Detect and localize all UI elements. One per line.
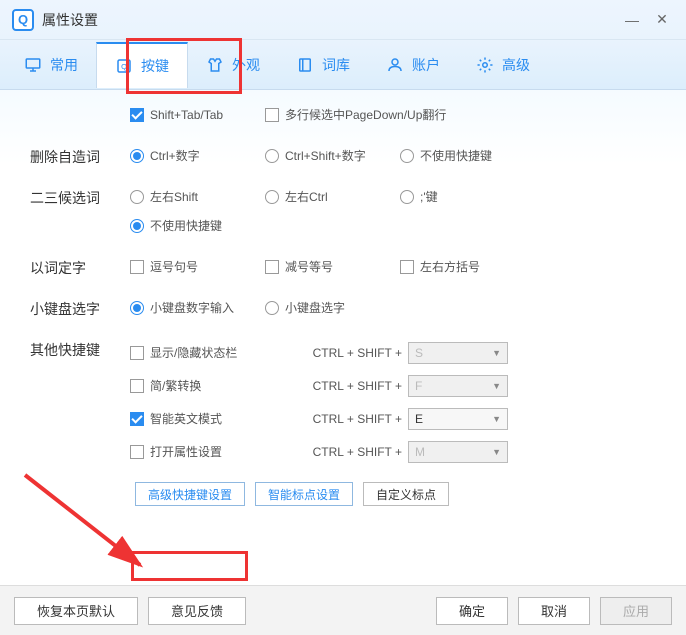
section-del-word: 删除自造词 (30, 141, 130, 167)
select-prop-key[interactable]: M▼ (408, 441, 508, 463)
cancel-button[interactable]: 取消 (518, 597, 590, 625)
checkbox-icon (265, 108, 279, 122)
content-area: Shift+Tab/Tab 多行候选中PageDown/Up翻行 删除自造词 C… (0, 90, 686, 585)
window-title: 属性设置 (42, 10, 614, 30)
select-trad-key[interactable]: F▼ (408, 375, 508, 397)
select-smart-en-key[interactable]: E▼ (408, 408, 508, 430)
sc-prefix: CTRL + SHIFT + (288, 445, 408, 459)
radio-numpad-input[interactable]: 小键盘数字输入 (130, 293, 265, 322)
checkbox-icon (130, 445, 144, 459)
radio-icon (265, 149, 279, 163)
section-numpad: 小键盘选字 (30, 293, 130, 319)
chk-minus[interactable]: 减号等号 (265, 252, 400, 281)
radio-icon (400, 190, 414, 204)
checkbox-icon (130, 379, 144, 393)
skin-icon (206, 56, 224, 74)
chk-comma[interactable]: 逗号句号 (130, 252, 265, 281)
minimize-button[interactable]: — (620, 8, 644, 32)
radio-semi[interactable]: ;'键 (400, 182, 535, 211)
radio-lr-shift[interactable]: 左右Shift (130, 182, 265, 211)
tab-account[interactable]: 账户 (368, 43, 458, 87)
checkbox-icon (130, 346, 144, 360)
chk-open-prop[interactable]: 打开属性设置 (130, 437, 288, 466)
sc-prefix: CTRL + SHIFT + (288, 346, 408, 360)
radio-icon (265, 190, 279, 204)
key-icon: Q (115, 57, 133, 75)
checkbox-icon (130, 260, 144, 274)
section-candidate23: 二三候选词 (30, 182, 130, 208)
restore-button[interactable]: 恢复本页默认 (14, 597, 138, 625)
select-status-key[interactable]: S▼ (408, 342, 508, 364)
radio-lr-ctrl[interactable]: 左右Ctrl (265, 182, 400, 211)
custom-punc-button[interactable]: 自定义标点 (363, 482, 449, 506)
checkbox-icon (130, 108, 144, 122)
radio-numpad-select[interactable]: 小键盘选字 (265, 293, 400, 322)
chk-bracket[interactable]: 左右方括号 (400, 252, 535, 281)
app-logo-icon: Q (12, 9, 34, 31)
section-wordfix: 以词定字 (30, 252, 130, 278)
radio-icon (400, 149, 414, 163)
adv-shortcut-button[interactable]: 高级快捷键设置 (135, 482, 245, 506)
radio-icon (130, 219, 144, 233)
feedback-button[interactable]: 意见反馈 (148, 597, 246, 625)
opt-shift-tab[interactable]: Shift+Tab/Tab (130, 100, 265, 129)
opt-pagedown[interactable]: 多行候选中PageDown/Up翻行 (265, 100, 446, 129)
chk-trad[interactable]: 简/繁转换 (130, 371, 288, 400)
tab-keys[interactable]: Q按键 (96, 42, 188, 88)
tab-common[interactable]: 常用 (6, 43, 96, 87)
user-icon (386, 56, 404, 74)
monitor-icon (24, 56, 42, 74)
chevron-down-icon: ▼ (492, 447, 501, 457)
checkbox-icon (400, 260, 414, 274)
tabs: 常用 Q按键 外观 词库 账户 高级 (0, 40, 686, 90)
chevron-down-icon: ▼ (492, 381, 501, 391)
apply-button[interactable]: 应用 (600, 597, 672, 625)
radio-icon (130, 149, 144, 163)
chk-status[interactable]: 显示/隐藏状态栏 (130, 338, 288, 367)
chk-smart-en[interactable]: 智能英文模式 (130, 404, 288, 433)
radio-icon (265, 301, 279, 315)
tab-advanced[interactable]: 高级 (458, 43, 548, 87)
titlebar: Q 属性设置 — ✕ (0, 0, 686, 40)
radio-cand-none[interactable]: 不使用快捷键 (130, 211, 666, 240)
section-other: 其他快捷键 (30, 334, 130, 360)
tab-dict[interactable]: 词库 (278, 43, 368, 87)
sc-prefix: CTRL + SHIFT + (288, 379, 408, 393)
sc-prefix: CTRL + SHIFT + (288, 412, 408, 426)
checkbox-icon (130, 412, 144, 426)
footer: 恢复本页默认 意见反馈 确定 取消 应用 (0, 585, 686, 635)
smart-punc-button[interactable]: 智能标点设置 (255, 482, 353, 506)
svg-text:Q: Q (121, 62, 127, 71)
close-button[interactable]: ✕ (650, 8, 674, 32)
radio-ctrl-shift-num[interactable]: Ctrl+Shift+数字 (265, 141, 400, 170)
checkbox-icon (265, 260, 279, 274)
radio-del-none[interactable]: 不使用快捷键 (400, 141, 535, 170)
ok-button[interactable]: 确定 (436, 597, 508, 625)
chevron-down-icon: ▼ (492, 348, 501, 358)
radio-ctrl-num[interactable]: Ctrl+数字 (130, 141, 265, 170)
tab-skin[interactable]: 外观 (188, 43, 278, 87)
book-icon (296, 56, 314, 74)
chevron-down-icon: ▼ (492, 414, 501, 424)
radio-icon (130, 190, 144, 204)
gear-icon (476, 56, 494, 74)
radio-icon (130, 301, 144, 315)
